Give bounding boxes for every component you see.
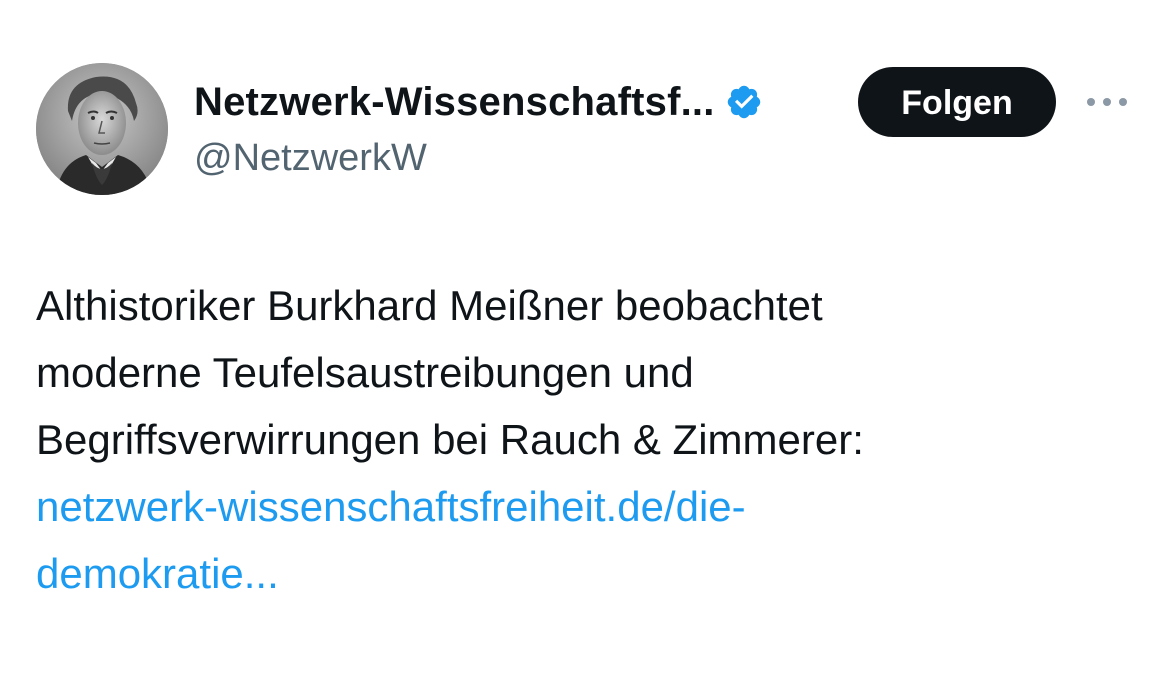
author-name-row: Netzwerk-Wissenschaftsf... <box>194 76 763 128</box>
more-horizontal-icon[interactable] <box>1084 90 1130 114</box>
tweet-text-line: moderne Teufelsaustreibungen und <box>36 349 694 396</box>
tweet-link-line[interactable]: netzwerk-wissenschaftsfreiheit.de/die- <box>36 473 1146 540</box>
avatar[interactable] <box>36 63 168 195</box>
tweet-text-line: Begriffsverwirrungen bei Rauch & Zimmere… <box>36 416 864 463</box>
portrait-image <box>36 63 168 195</box>
tweet-link-line[interactable]: demokratie... <box>36 540 1146 607</box>
author-display-name[interactable]: Netzwerk-Wissenschaftsf... <box>194 76 715 128</box>
tweet-card: Netzwerk-Wissenschaftsf... @NetzwerkW Fo… <box>0 0 1170 691</box>
follow-button[interactable]: Folgen <box>858 67 1056 137</box>
tweet-link[interactable]: netzwerk-wissenschaftsfreiheit.de/die- d… <box>36 473 1146 607</box>
verified-badge-icon[interactable] <box>725 83 763 121</box>
author-handle[interactable]: @NetzwerkW <box>194 134 427 182</box>
tweet-text: Althistoriker Burkhard Meißner beobachte… <box>36 272 1146 607</box>
tweet-text-line: Althistoriker Burkhard Meißner beobachte… <box>36 282 823 329</box>
